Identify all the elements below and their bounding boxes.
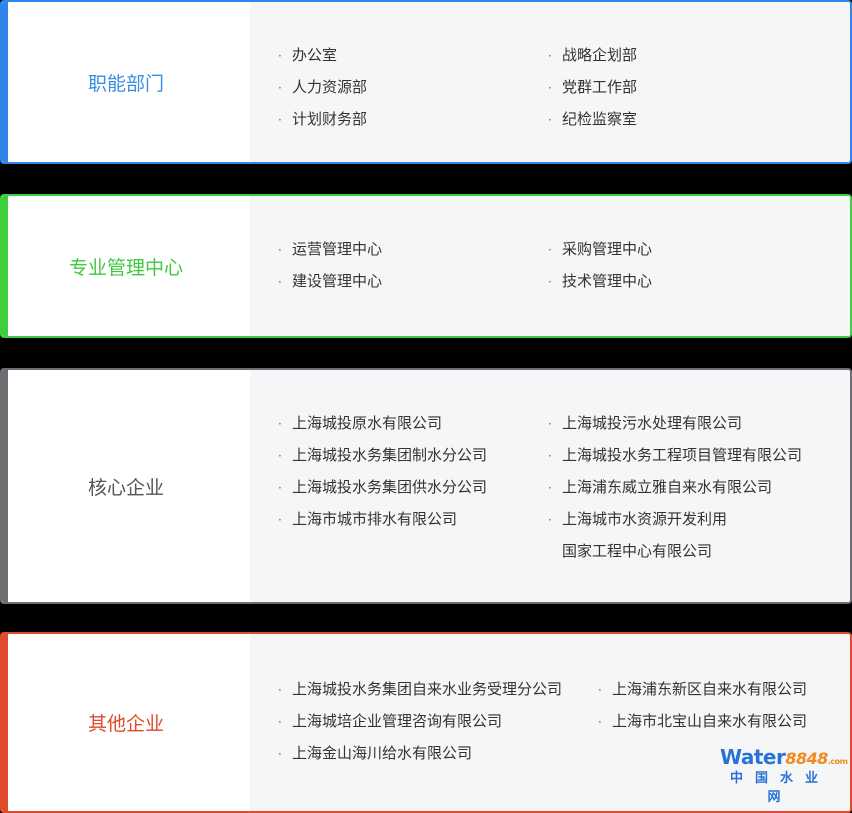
section-title: 核心企业 xyxy=(87,476,164,499)
bullet-icon: · xyxy=(548,275,552,289)
section-list-area: · 办公室 · 人力资源部 · 计划财务部 · 战略企划部 · 党群工作部 · 纪检监察室 xyxy=(250,2,850,162)
list-item[interactable]: · 办公室 xyxy=(278,39,367,71)
bullet-icon: · xyxy=(278,747,282,761)
bullet-icon: · xyxy=(278,243,282,257)
section-list-area: · 上海城投原水有限公司 · 上海城投水务集团制水分公司 · 上海城投水务集团供水分公… xyxy=(250,370,850,602)
bullet-icon: · xyxy=(278,275,282,289)
list-item[interactable]: · 上海城培企业管理咨询有限公司 xyxy=(278,705,562,737)
bullet-icon: · xyxy=(548,481,552,495)
section-title-cell: 专业管理中心 xyxy=(2,196,250,336)
bullet-icon: · xyxy=(278,715,282,729)
list-item[interactable]: · 党群工作部 xyxy=(548,71,637,103)
section-card-core-enterprises: 核心企业 · 上海城投原水有限公司 · 上海城投水务集团制水分公司 · 上海城投水务集… xyxy=(0,368,852,604)
bullet-icon: · xyxy=(278,683,282,697)
section-title-cell: 核心企业 xyxy=(2,370,250,602)
list-item[interactable]: · 采购管理中心 xyxy=(548,233,652,265)
bullet-icon: · xyxy=(548,449,552,463)
bullet-icon: · xyxy=(548,81,552,95)
list-item[interactable]: · 纪检监察室 xyxy=(548,103,637,135)
list-item-continuation[interactable]: 国家工程中心有限公司 xyxy=(548,535,802,567)
section-list-area: · 运营管理中心 · 建设管理中心 · 采购管理中心 · 技术管理中心 xyxy=(250,196,850,336)
list-item[interactable]: · 运营管理中心 xyxy=(278,233,382,265)
section-title-cell: 其他企业 xyxy=(2,634,250,811)
list-item[interactable]: · 建设管理中心 xyxy=(278,265,382,297)
list-item[interactable]: · 上海金山海川给水有限公司 xyxy=(278,737,562,769)
list-item[interactable]: · 上海城投水务集团供水分公司 xyxy=(278,471,487,503)
list-item[interactable]: · 上海城投水务集团自来水业务受理分公司 xyxy=(278,673,562,705)
bullet-icon: · xyxy=(548,243,552,257)
list-item[interactable]: · 技术管理中心 xyxy=(548,265,652,297)
list-item[interactable]: · 战略企划部 xyxy=(548,39,637,71)
section-list-area: · 上海城投水务集团自来水业务受理分公司 · 上海城培企业管理咨询有限公司 · 上海金… xyxy=(250,634,850,811)
bullet-icon: · xyxy=(548,49,552,63)
list-item[interactable]: · 上海城投原水有限公司 xyxy=(278,407,487,439)
bullet-icon: · xyxy=(548,417,552,431)
bullet-icon: · xyxy=(278,49,282,63)
bullet-icon: · xyxy=(278,513,282,527)
list-item[interactable]: · 上海市城市排水有限公司 xyxy=(278,503,487,535)
bullet-icon: · xyxy=(278,81,282,95)
list-item[interactable]: · 人力资源部 xyxy=(278,71,367,103)
list-item[interactable]: · 上海浦东威立雅自来水有限公司 xyxy=(548,471,802,503)
bullet-icon: · xyxy=(548,513,552,527)
water8848-logo: Water8848.com 中国水业网 xyxy=(720,745,848,805)
section-title: 专业管理中心 xyxy=(68,256,183,279)
bullet-icon: · xyxy=(278,481,282,495)
section-card-other-enterprises: 其他企业 · 上海城投水务集团自来水业务受理分公司 · 上海城培企业管理咨询有限公司… xyxy=(0,632,852,813)
list-item[interactable]: · 上海市北宝山自来水有限公司 xyxy=(598,705,807,737)
list-item[interactable]: · 上海城投水务集团制水分公司 xyxy=(278,439,487,471)
section-title: 职能部门 xyxy=(87,72,164,95)
section-card-management-centers: 专业管理中心 · 运营管理中心 · 建设管理中心 · 采购管理中心 · 技术管理中心 xyxy=(0,194,852,338)
bullet-icon: · xyxy=(278,417,282,431)
bullet-icon: · xyxy=(598,715,602,729)
section-title: 其他企业 xyxy=(87,713,164,735)
section-card-functional-departments: 职能部门 · 办公室 · 人力资源部 · 计划财务部 · 战略企划部 · 党群工作部 · 纪… xyxy=(0,0,852,164)
list-item[interactable]: · 上海城投水务工程项目管理有限公司 xyxy=(548,439,802,471)
list-item[interactable]: · 上海城市水资源开发利用 xyxy=(548,503,802,535)
list-item[interactable]: · 上海城投污水处理有限公司 xyxy=(548,407,802,439)
section-title-cell: 职能部门 xyxy=(2,2,250,162)
bullet-icon: · xyxy=(278,449,282,463)
bullet-icon: · xyxy=(278,113,282,127)
list-item[interactable]: · 计划财务部 xyxy=(278,103,367,135)
list-item[interactable]: · 上海浦东新区自来水有限公司 xyxy=(598,673,807,705)
bullet-icon: · xyxy=(548,113,552,127)
bullet-icon: · xyxy=(598,683,602,697)
